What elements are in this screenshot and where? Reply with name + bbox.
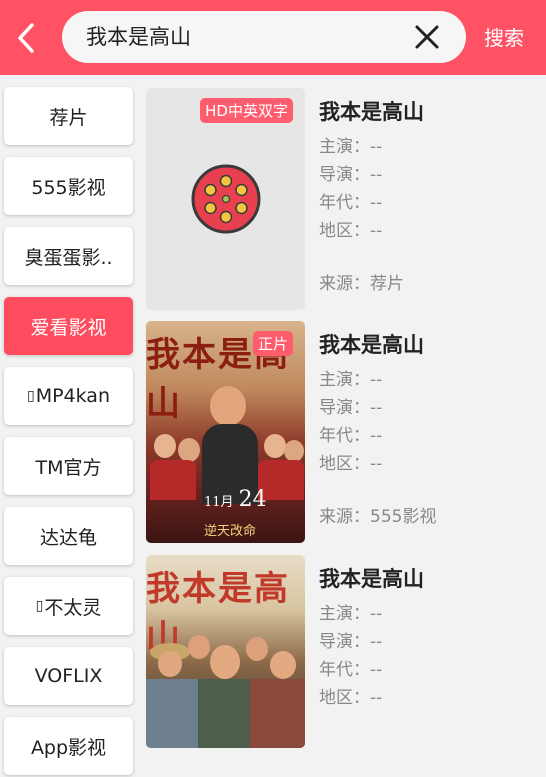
source-item-aikan[interactable]: 爱看影视: [4, 297, 133, 355]
poster-date: 11月 24: [204, 487, 267, 512]
source-label: 555影视: [31, 176, 106, 199]
source-row: 来源：555影视: [319, 507, 437, 527]
year-row: 年代：--: [319, 193, 383, 213]
poster-tagline: 逆天改命: [204, 524, 257, 539]
search-query[interactable]: 我本是高山: [86, 11, 191, 63]
source-label: MP4kan: [35, 385, 110, 407]
result-title: 我本是高山: [319, 333, 424, 357]
region-row: 地区：--: [319, 454, 383, 474]
poster-date-month: 11月: [204, 495, 234, 510]
poster-crowd: [146, 635, 305, 748]
director-row: 导演：--: [319, 165, 383, 185]
source-item-555[interactable]: 555影视: [4, 157, 133, 215]
close-icon: [415, 25, 439, 49]
top-bar: 我本是高山 搜索: [0, 0, 546, 75]
quality-badge: HD中英双字: [200, 98, 293, 123]
result-info: 我本是高山 主演：-- 导演：-- 年代：-- 地区：--: [319, 555, 546, 777]
poster-image[interactable]: 我本是高山 11月 24 逆天改命 正片: [146, 321, 305, 543]
source-sidebar: 荐片 555影视 臭蛋蛋影.. 爱看影视 ▯ MP4kan TM官方 达达龟 ▯ 不…: [0, 75, 140, 775]
source-row: 来源：荐片: [319, 274, 404, 294]
source-label: 达达龟: [39, 526, 97, 549]
source-label: 爱看影视: [30, 316, 107, 339]
source-item-voflix[interactable]: VOFLIX: [4, 647, 133, 705]
poster-crowd: [146, 386, 305, 504]
quality-badge: 正片: [252, 331, 293, 356]
result-title: 我本是高山: [319, 100, 424, 124]
back-button[interactable]: [8, 18, 44, 58]
actors-row: 主演：--: [319, 604, 383, 624]
source-item-butailing[interactable]: ▯ 不太灵: [4, 577, 133, 635]
director-row: 导演：--: [319, 632, 383, 652]
actors-row: 主演：--: [319, 370, 383, 390]
search-input[interactable]: 我本是高山: [62, 11, 466, 63]
source-item-choudandan[interactable]: 臭蛋蛋影..: [4, 227, 133, 285]
source-label: VOFLIX: [34, 665, 103, 687]
result-card[interactable]: 我本是高山 11月 24 逆天改命 正片 我本是高山 主演：-- 导演：-- 年…: [146, 321, 546, 543]
source-item-dadagui[interactable]: 达达龟: [4, 507, 133, 565]
year-row: 年代：--: [319, 660, 383, 680]
result-info: 我本是高山 主演：-- 导演：-- 年代：-- 地区：-- 来源：荐片: [319, 88, 546, 310]
year-row: 年代：--: [319, 426, 383, 446]
source-label: App影视: [30, 736, 107, 759]
region-row: 地区：--: [319, 221, 383, 241]
result-card[interactable]: 我本是高山 我本是高山 主演：-- 导演：-- 年代：-- 地区：--: [146, 555, 546, 777]
clear-search-button[interactable]: [414, 24, 440, 50]
film-reel-icon: [191, 164, 261, 234]
result-card[interactable]: HD中英双字 我本是高山 主演：-- 导演：-- 年代：-- 地区：-- 来源：…: [146, 88, 546, 310]
source-item-tm[interactable]: TM官方: [4, 437, 133, 495]
actors-row: 主演：--: [319, 137, 383, 157]
missing-glyph-icon: ▯: [35, 598, 44, 614]
poster-image[interactable]: 我本是高山: [146, 555, 305, 748]
result-info: 我本是高山 主演：-- 导演：-- 年代：-- 地区：-- 来源：555影视: [319, 321, 546, 543]
poster-date-day: 24: [238, 487, 267, 512]
missing-glyph-icon: ▯: [26, 388, 35, 404]
source-label: 荐片: [49, 106, 88, 129]
director-row: 导演：--: [319, 398, 383, 418]
search-button[interactable]: 搜索: [484, 22, 524, 51]
source-item-jianpian[interactable]: 荐片: [4, 87, 133, 145]
source-label: 臭蛋蛋影..: [24, 246, 113, 269]
result-title: 我本是高山: [319, 567, 424, 591]
region-row: 地区：--: [319, 688, 383, 708]
poster-placeholder[interactable]: HD中英双字: [146, 88, 305, 310]
chevron-left-icon: [18, 23, 34, 53]
source-item-mp4kan[interactable]: ▯ MP4kan: [4, 367, 133, 425]
source-item-app[interactable]: App影视: [4, 717, 133, 775]
source-label: 不太灵: [44, 596, 102, 619]
source-label: TM官方: [35, 456, 102, 479]
